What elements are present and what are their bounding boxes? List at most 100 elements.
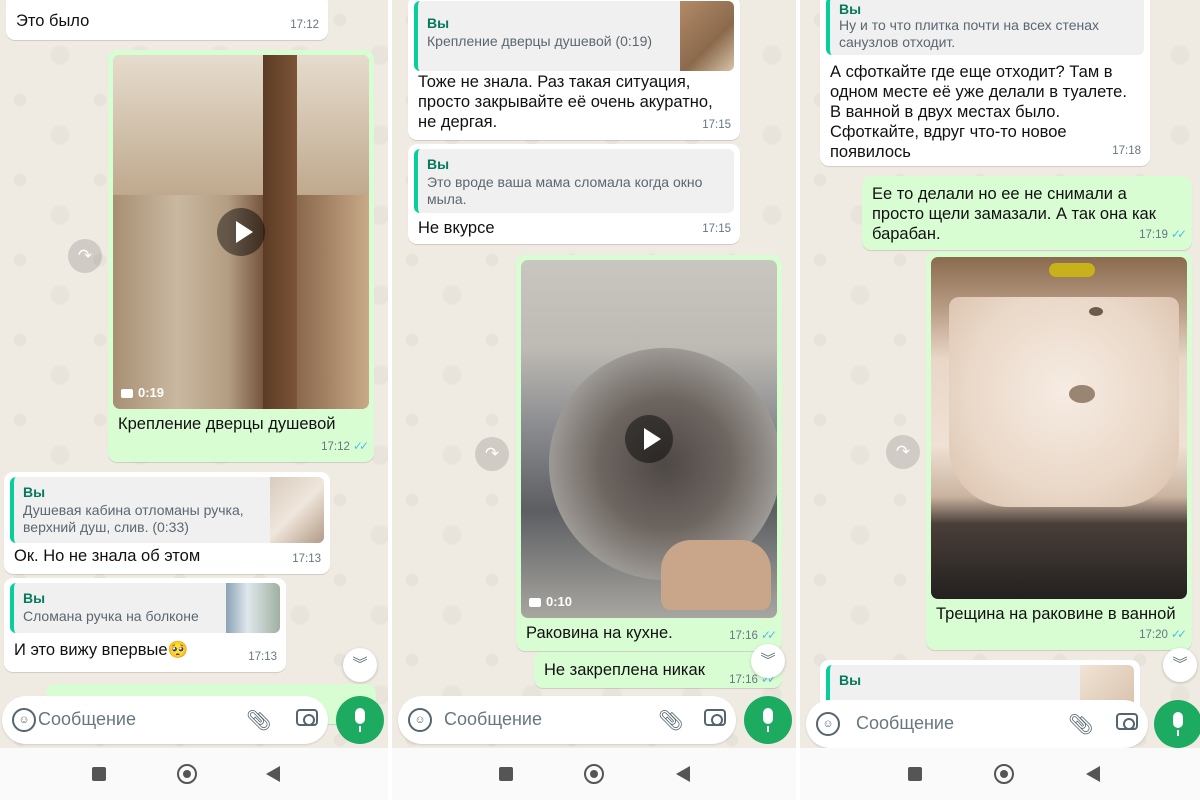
recents-button[interactable]	[499, 767, 513, 781]
quote-thumbnail	[226, 583, 280, 633]
video-duration: 0:19	[121, 383, 164, 403]
quoted-message[interactable]: Вы Душевая кабина отломаны ручка, верхни…	[10, 477, 324, 543]
message-text: Не вкурсе	[418, 219, 495, 237]
forward-icon[interactable]: ↷	[475, 437, 509, 471]
recents-button[interactable]	[908, 767, 922, 781]
chat-panel-2: Вы Крепление дверцы душевой (0:19) Тоже …	[392, 0, 796, 800]
photo-message[interactable]: Трещина на раковине в ванной 17:20 ✓✓	[926, 252, 1192, 650]
recents-button[interactable]	[92, 767, 106, 781]
quote-author: Вы	[839, 672, 862, 688]
quote-text: Сломана ручка на болконе	[23, 608, 199, 624]
message-time: 17:16	[729, 674, 758, 686]
message-time: 17:19	[1139, 229, 1168, 241]
read-ticks-icon: ✓✓	[760, 628, 777, 642]
scroll-down-icon[interactable]: ︾	[343, 648, 377, 682]
message-text: Ее то делали но ее не снимали а просто щ…	[872, 185, 1156, 243]
quote-text: Это вроде ваша мама сломала когда окно м…	[427, 174, 703, 207]
forward-icon[interactable]: ↷	[68, 239, 102, 273]
quote-text: Ну и то что плитка почти на всех стенах …	[839, 17, 1100, 50]
quote-text: Крепление дверцы душевой (0:19)	[427, 33, 653, 49]
message-time: 17:13	[292, 553, 321, 565]
message-input-placeholder: Сообщение	[38, 709, 136, 729]
quote-text: Душевая кабина отломаны ручка, верхний д…	[23, 502, 244, 535]
quote-author: Вы	[23, 590, 46, 606]
forward-icon[interactable]: ↷	[886, 435, 920, 469]
message-time-wrap: 17:16 ✓✓	[729, 625, 777, 646]
play-icon[interactable]	[625, 415, 673, 463]
message-time: 17:16	[729, 630, 758, 642]
video-message[interactable]: 0:19 Крепление дверцы душевой 17:12 ✓✓	[108, 50, 374, 462]
quote-author: Вы	[427, 156, 450, 172]
message-input[interactable]: ☺ Сообщение 📎︎	[2, 696, 328, 744]
quoted-message[interactable]: Вы Крепление дверцы душевой (0:19)	[414, 1, 734, 71]
home-button[interactable]	[177, 764, 197, 784]
video-caption: Крепление дверцы душевой	[118, 415, 336, 433]
video-thumbnail[interactable]: 0:10	[521, 260, 777, 618]
message-time: 17:18	[1112, 145, 1141, 157]
scroll-down-icon[interactable]: ︾	[1163, 648, 1197, 682]
quoted-message[interactable]: Вы Это вроде ваша мама сломала когда окн…	[414, 149, 734, 213]
quoted-message[interactable]: Вы Ну и то что плитка почти на всех стен…	[826, 0, 1144, 55]
message-text: Ок. Но не знала об этом	[14, 547, 201, 565]
camera-icon[interactable]	[1116, 713, 1138, 730]
reply-message[interactable]: Вы Это вроде ваша мама сломала когда окн…	[408, 144, 740, 244]
read-ticks-icon: ✓✓	[352, 439, 369, 453]
message-input[interactable]: ☺ Сообщение 📎︎	[806, 700, 1148, 748]
message-text: И это вижу впервые🥺	[14, 641, 189, 659]
message-bubble[interactable]: Это было 17:12	[6, 0, 328, 40]
message-time: 17:20	[1139, 629, 1168, 641]
message-text: Тоже не знала. Раз такая ситуация, прост…	[418, 73, 713, 131]
quote-thumbnail	[680, 1, 734, 71]
system-nav-bar	[0, 748, 388, 800]
photo-thumbnail[interactable]	[931, 257, 1187, 599]
quoted-message[interactable]: Вы Сломана ручка на болконе	[10, 583, 280, 633]
reply-message[interactable]: Вы Ну и то что плитка почти на всех стен…	[820, 0, 1150, 166]
system-nav-bar	[800, 748, 1200, 800]
back-button[interactable]	[1086, 766, 1100, 782]
camera-icon[interactable]	[704, 709, 726, 726]
message-bubble[interactable]: Ее то делали но ее не снимали а просто щ…	[862, 176, 1192, 250]
message-input-placeholder: Сообщение	[856, 713, 954, 733]
video-thumbnail[interactable]: 0:19	[113, 55, 369, 409]
microphone-icon[interactable]	[744, 696, 792, 744]
message-bubble[interactable]: Не закреплена никак 17:16 ✓✓	[534, 652, 782, 688]
quote-author: Вы	[427, 15, 450, 31]
message-time: 17:12	[321, 441, 350, 453]
reply-message[interactable]: Вы Крепление дверцы душевой (0:19) Тоже …	[408, 0, 740, 140]
message-time-wrap: 17:20 ✓✓	[1139, 624, 1187, 645]
paperclip-icon[interactable]: 📎︎	[1068, 712, 1093, 737]
play-icon[interactable]	[217, 208, 265, 256]
home-button[interactable]	[994, 764, 1014, 784]
message-time-wrap: 17:19 ✓✓	[1139, 224, 1187, 245]
video-duration: 0:10	[529, 592, 572, 612]
chat-panel-1: Это было 17:12 ↷ 0:19 Крепление дверцы д…	[0, 0, 388, 800]
message-time: 17:15	[702, 223, 731, 235]
message-time: 17:12	[290, 19, 319, 31]
chat-panel-3: Вы Ну и то что плитка почти на всех стен…	[800, 0, 1200, 800]
video-message[interactable]: 0:10 Раковина на кухне. 17:16 ✓✓	[516, 255, 782, 651]
message-time: 17:13	[248, 651, 277, 663]
system-nav-bar	[392, 748, 796, 800]
sticker-icon[interactable]: ☺	[816, 712, 840, 736]
read-ticks-icon: ✓✓	[1170, 227, 1187, 241]
read-ticks-icon: ✓✓	[1170, 627, 1187, 641]
reply-message[interactable]: Вы Сломана ручка на болконе И это вижу в…	[4, 578, 286, 672]
message-input[interactable]: ☺ Сообщение 📎︎	[398, 696, 736, 744]
paperclip-icon[interactable]: 📎︎	[658, 708, 683, 733]
home-button[interactable]	[584, 764, 604, 784]
reply-message[interactable]: Вы Душевая кабина отломаны ручка, верхни…	[4, 472, 330, 574]
message-input-placeholder: Сообщение	[444, 709, 542, 729]
paperclip-icon[interactable]: 📎︎	[246, 708, 271, 733]
microphone-icon[interactable]	[336, 696, 384, 744]
back-button[interactable]	[676, 766, 690, 782]
sticker-icon[interactable]: ☺	[408, 708, 432, 732]
message-text: А сфоткайте где еще отходит? Там в одном…	[830, 63, 1127, 161]
sticker-icon[interactable]: ☺	[12, 708, 36, 732]
camera-icon[interactable]	[296, 709, 318, 726]
message-time-wrap: 17:12 ✓✓	[321, 436, 369, 457]
scroll-down-icon[interactable]: ︾	[751, 644, 785, 678]
back-button[interactable]	[266, 766, 280, 782]
photo-caption: Трещина на раковине в ванной	[936, 605, 1176, 623]
message-text: Это было	[16, 12, 90, 30]
microphone-icon[interactable]	[1154, 700, 1200, 748]
